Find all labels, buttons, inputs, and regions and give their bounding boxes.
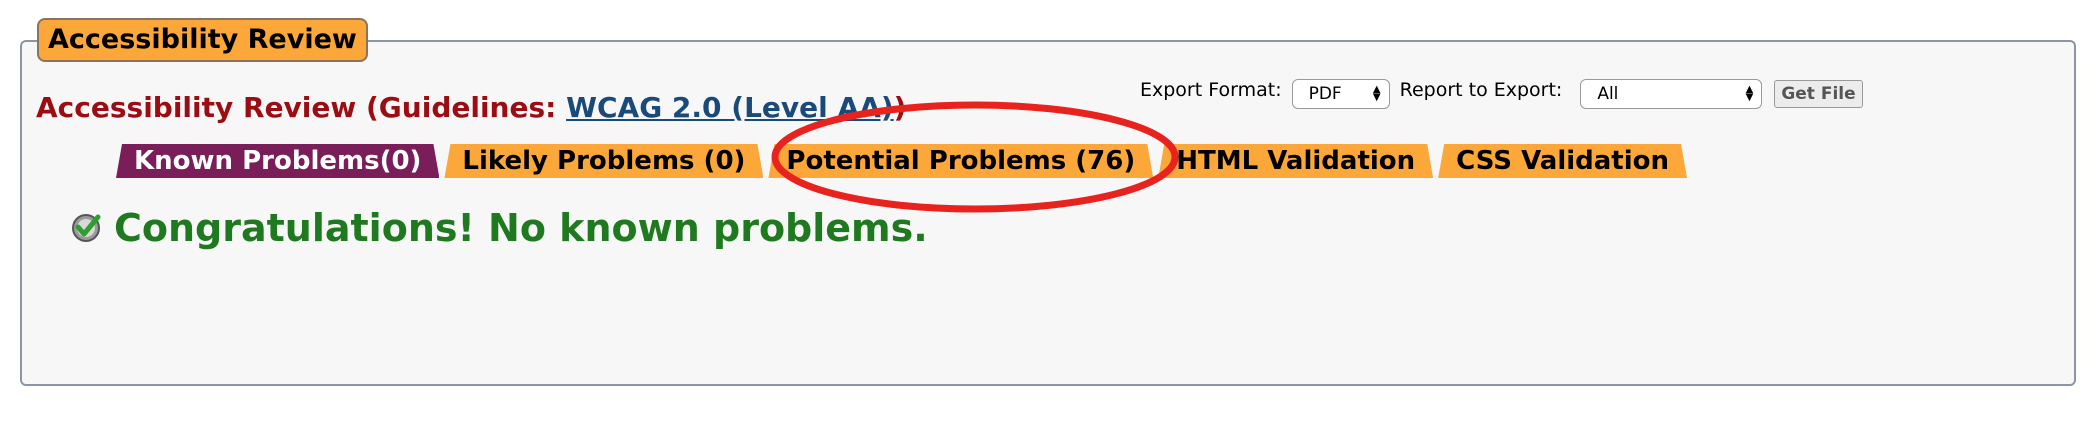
tab-css-validation[interactable]: CSS Validation — [1438, 144, 1687, 178]
select-arrows-icon: ▲ ▼ — [1745, 84, 1754, 103]
tab-likely-problems[interactable]: Likely Problems (0) — [444, 144, 763, 178]
report-to-export-select[interactable]: All ▲ ▼ — [1580, 79, 1763, 109]
tab-known-problems[interactable]: Known Problems(0) — [116, 144, 439, 178]
report-to-export-value: All — [1597, 84, 1619, 104]
get-file-button[interactable]: Get File — [1774, 80, 1863, 108]
export-format-value: PDF — [1308, 84, 1342, 104]
heading-suffix: ) — [893, 91, 907, 124]
export-format-select[interactable]: PDF ▲ ▼ — [1291, 79, 1390, 109]
heading-prefix: Accessibility Review (Guidelines: — [36, 91, 567, 124]
page: Accessibility Review Accessibility Revie… — [0, 0, 2100, 434]
review-tabs: Known Problems(0) Likely Problems (0) Po… — [116, 142, 1692, 178]
export-controls: Export Format: PDF ▲ ▼ Report to Export: … — [1140, 72, 1863, 109]
checkmark-icon — [72, 214, 101, 242]
guideline-link[interactable]: WCAG 2.0 (Level AA) — [566, 91, 894, 124]
select-arrows-icon: ▲ ▼ — [1372, 84, 1381, 103]
panel-legend: Accessibility Review — [37, 18, 368, 62]
export-format-label: Export Format: — [1140, 79, 1282, 101]
congratulations-text: Congratulations! No known problems. — [114, 206, 928, 250]
result-message: Congratulations! No known problems. — [70, 204, 928, 252]
tab-html-validation[interactable]: HTML Validation — [1158, 144, 1433, 178]
tab-potential-problems[interactable]: Potential Problems (76) — [768, 144, 1153, 178]
review-heading: Accessibility Review (Guidelines: WCAG 2… — [36, 88, 906, 128]
report-to-export-label: Report to Export: — [1399, 79, 1563, 101]
